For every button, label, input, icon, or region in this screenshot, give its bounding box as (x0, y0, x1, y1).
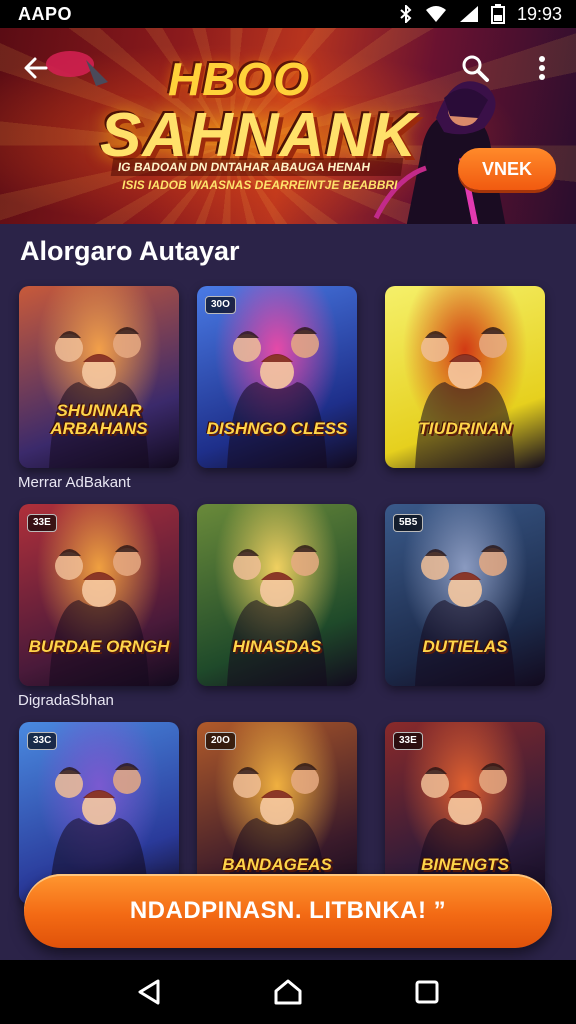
game-card[interactable]: TIUDRINAN (385, 286, 545, 468)
game-card-title: HINASDAS (232, 637, 322, 657)
section-title: Alorgaro Autayar (20, 236, 240, 266)
nav-home-button[interactable] (258, 962, 318, 1022)
hero-tagline-2: ISIS IADOB WAASNAS DEARREINTJE BEABBRI (122, 178, 398, 192)
hero-logo-top: HBOO (168, 53, 310, 105)
wifi-icon (425, 5, 447, 23)
rating-badge: 33E (27, 514, 57, 532)
row-caption-2: DigradaSbhan (18, 692, 114, 709)
status-icons: 19:93 (399, 4, 562, 25)
game-card-title: BURDAE ORNGH (28, 637, 170, 657)
status-bar: AAPO 19:93 (0, 0, 576, 28)
row-caption-1: Merrar AdBakant (18, 474, 131, 491)
game-card[interactable]: SHUNNAR ARBAHANS (19, 286, 179, 468)
system-nav-bar (0, 960, 576, 1024)
rating-badge: 30O (205, 296, 236, 314)
more-options-button[interactable] (524, 48, 560, 88)
battery-icon (490, 4, 505, 24)
more-vertical-icon (539, 56, 545, 80)
search-icon (462, 55, 489, 82)
rating-badge: 33C (27, 732, 58, 750)
primary-cta-button[interactable]: NDADPINASN. LITBNKA! ” (24, 874, 552, 948)
game-card[interactable]: 30O DISHNGO CLESS (197, 286, 357, 468)
game-card-title: DISHNGO CLESS (206, 419, 348, 439)
game-card-title: BANDAGEAS (222, 855, 332, 875)
rating-badge: 33E (393, 732, 423, 750)
rating-badge: 20O (205, 732, 236, 750)
game-card-art (197, 504, 357, 686)
game-card[interactable]: 33E BURDAE ORNGH (19, 504, 179, 686)
hero-banner[interactable]: HBOO SAHNANK IG BADOAN DN DNTAHAR ABAUGA… (0, 28, 576, 224)
nav-recents-button[interactable] (397, 962, 457, 1022)
rating-badge: 5B5 (393, 514, 424, 532)
nav-back-icon (138, 979, 160, 1005)
game-card[interactable]: HINASDAS (197, 504, 357, 686)
game-card-title: DUTIELAS (422, 637, 508, 657)
back-button[interactable] (16, 48, 56, 88)
recents-icon (415, 980, 439, 1004)
status-carrier: AAPO (18, 3, 73, 24)
bluetooth-icon (399, 5, 413, 23)
signal-icon (459, 5, 479, 23)
hero-cta-button[interactable]: VNEK (458, 148, 556, 190)
game-card-title: TIUDRINAN (418, 419, 512, 439)
game-card-art (19, 286, 179, 468)
status-time: 19:93 (516, 3, 562, 24)
game-card-art (385, 286, 545, 468)
hero-tagline-1: IG BADOAN DN DNTAHAR ABAUGA HENAH (110, 158, 404, 176)
game-card-title: BINENGTS (421, 855, 509, 875)
nav-back-button[interactable] (119, 962, 179, 1022)
back-arrow-icon (24, 57, 48, 79)
game-card-title: SHUNNAR ARBAHANS (50, 401, 148, 439)
search-button[interactable] (455, 48, 495, 88)
game-card[interactable]: 5B5 DUTIELAS (385, 504, 545, 686)
home-icon (274, 979, 302, 1005)
